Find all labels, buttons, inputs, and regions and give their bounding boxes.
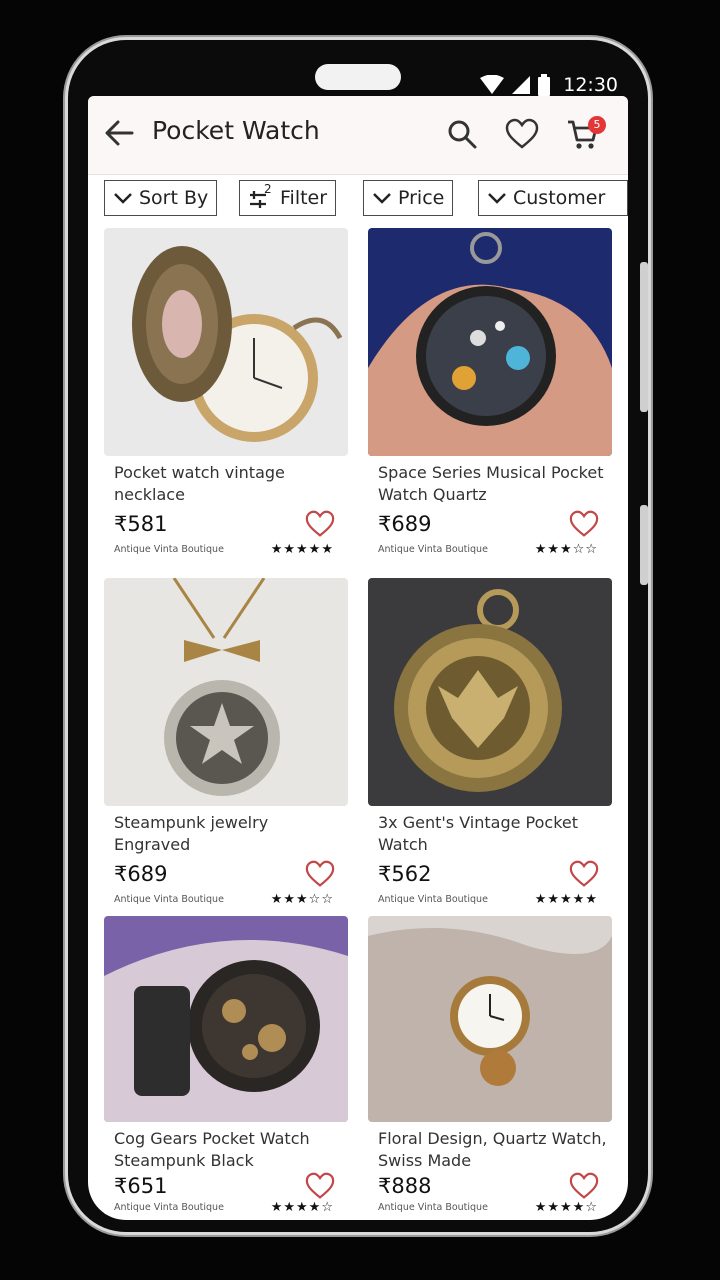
product-name: Steampunk jewelry Engraved [114,813,269,854]
app-bar: Pocket Watch 5 [88,96,628,175]
product-meta: Antique Vinta Boutique ★★★★★ [114,542,334,557]
wifi-icon [480,75,505,94]
product-card[interactable]: Steampunk jewelry Engraved ₹689 Antique … [104,578,348,907]
rating-stars: ★★★★☆ [270,1200,334,1215]
chevron-down-icon [373,193,391,204]
filter-icon: 2 [248,182,274,210]
back-button[interactable] [102,116,136,154]
power-button [640,505,648,585]
product-card[interactable]: Pocket watch vintage necklace ₹581 Antiq… [104,228,348,557]
product-name: 3x Gent's Vintage Pocket Watch [378,813,579,854]
product-name: Space Series Musical Pocket Watch Quartz [378,463,604,504]
product-image[interactable] [104,916,348,1122]
rating-stars: ★★★☆☆ [534,542,598,557]
heart-icon [505,118,539,149]
product-card[interactable]: 3x Gent's Vintage Pocket Watch ₹562 Anti… [368,578,612,907]
product-name: Floral Design, Quartz Watch, Swiss Made [378,1129,607,1170]
filter-bar: Sort By 2 Filter Price Customer [88,176,628,228]
rating-stars: ★★★☆☆ [270,892,334,907]
chevron-down-icon [114,193,132,204]
product-image[interactable] [368,578,612,806]
signal-icon [512,76,531,94]
rating-stars: ★★★★☆ [534,1200,598,1215]
customer-button[interactable]: Customer [478,180,628,216]
rating-stars: ★★★★★ [270,542,334,557]
page-title: Pocket Watch [152,116,320,145]
heart-icon[interactable] [568,510,600,538]
product-image[interactable] [368,916,612,1122]
sort-by-button[interactable]: Sort By [104,180,218,216]
cart-count-badge: 5 [588,116,606,134]
wishlist-button[interactable] [504,118,540,154]
store-name: Antique Vinta Boutique [378,894,488,905]
product-card[interactable]: Floral Design, Quartz Watch, Swiss Made … [368,916,612,1215]
price-button[interactable]: Price [363,180,454,216]
search-button[interactable] [446,118,478,154]
filter-label: Filter [280,187,328,209]
product-image[interactable] [368,228,612,456]
product-card[interactable]: Space Series Musical Pocket Watch Quartz… [368,228,612,557]
product-image[interactable] [104,228,348,456]
price-label: Price [398,187,445,209]
customer-label: Customer [513,187,606,209]
store-name: Antique Vinta Boutique [378,1202,488,1213]
product-image[interactable] [104,578,348,806]
earpiece-speaker [315,64,401,90]
filter-button[interactable]: 2 Filter [239,180,337,216]
battery-icon [538,74,551,96]
status-time: 12:30 [563,74,618,96]
chevron-down-icon [488,193,506,204]
app-screen: Pocket Watch 5 Sort By 2 Filter Price Cu… [88,96,628,1220]
store-name: Antique Vinta Boutique [378,544,488,555]
heart-icon[interactable] [304,510,336,538]
store-name: Antique Vinta Boutique [114,544,224,555]
back-arrow-icon [105,120,134,146]
heart-icon[interactable] [304,860,336,888]
search-icon [448,120,477,149]
product-name: Cog Gears Pocket Watch Steampunk Black [114,1129,310,1170]
rating-stars: ★★★★★ [534,892,598,907]
product-card[interactable]: Cog Gears Pocket Watch Steampunk Black ₹… [104,916,348,1215]
product-meta: Antique Vinta Boutique ★★★★☆ [378,1200,598,1215]
product-meta: Antique Vinta Boutique ★★★☆☆ [114,892,334,907]
heart-icon[interactable] [568,860,600,888]
store-name: Antique Vinta Boutique [114,1202,224,1213]
heart-icon[interactable] [568,1172,600,1200]
sort-by-label: Sort By [139,187,209,209]
product-meta: Antique Vinta Boutique ★★★★☆ [114,1200,334,1215]
filter-count: 2 [264,182,272,196]
product-meta: Antique Vinta Boutique ★★★☆☆ [378,542,598,557]
heart-icon[interactable] [304,1172,336,1200]
store-name: Antique Vinta Boutique [114,894,224,905]
product-meta: Antique Vinta Boutique ★★★★★ [378,892,598,907]
volume-button [640,262,648,412]
product-name: Pocket watch vintage necklace [114,463,285,504]
